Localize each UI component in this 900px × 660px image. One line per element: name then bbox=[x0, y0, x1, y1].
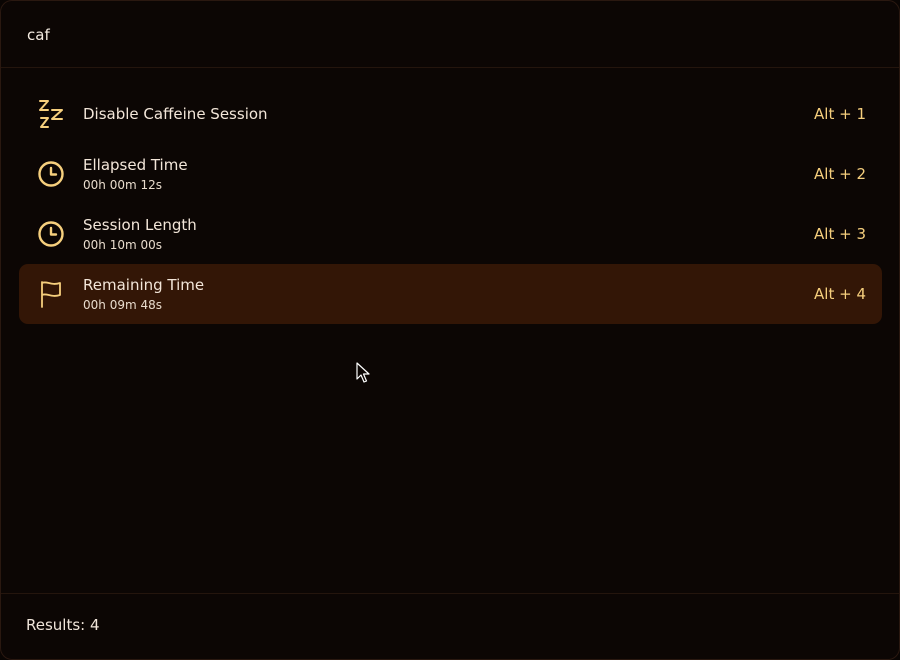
result-item-session-length[interactable]: Session Length 00h 10m 00s Alt + 3 bbox=[19, 204, 882, 264]
result-title: Ellapsed Time bbox=[83, 155, 188, 174]
launcher-window: Disable Caffeine Session Alt + 1 Ellapse… bbox=[0, 0, 900, 660]
result-shortcut: Alt + 2 bbox=[814, 165, 866, 183]
clock-icon bbox=[37, 159, 65, 189]
result-shortcut: Alt + 1 bbox=[814, 105, 866, 123]
result-item-elapsed-time[interactable]: Ellapsed Time 00h 00m 12s Alt + 2 bbox=[19, 144, 882, 204]
result-subtitle: 00h 00m 12s bbox=[83, 177, 162, 192]
footer-bar: Results: 4 bbox=[1, 593, 899, 659]
search-bar bbox=[1, 1, 899, 68]
mouse-pointer-icon bbox=[356, 362, 370, 384]
result-shortcut: Alt + 3 bbox=[814, 225, 866, 243]
result-title: Remaining Time bbox=[83, 275, 205, 294]
results-list: Disable Caffeine Session Alt + 1 Ellapse… bbox=[19, 84, 882, 324]
sleep-zzz-icon bbox=[37, 99, 65, 129]
result-subtitle: 00h 09m 48s bbox=[83, 297, 162, 312]
result-title: Session Length bbox=[83, 215, 197, 234]
flag-icon bbox=[37, 279, 65, 309]
clock-icon bbox=[37, 219, 65, 249]
result-shortcut: Alt + 4 bbox=[814, 285, 866, 303]
search-input[interactable] bbox=[19, 21, 635, 49]
result-subtitle: 00h 10m 00s bbox=[83, 237, 162, 252]
result-title: Disable Caffeine Session bbox=[83, 104, 268, 123]
result-item-disable-caffeine[interactable]: Disable Caffeine Session Alt + 1 bbox=[19, 84, 882, 144]
results-count: Results: 4 bbox=[26, 616, 100, 634]
result-item-remaining-time[interactable]: Remaining Time 00h 09m 48s Alt + 4 bbox=[19, 264, 882, 324]
